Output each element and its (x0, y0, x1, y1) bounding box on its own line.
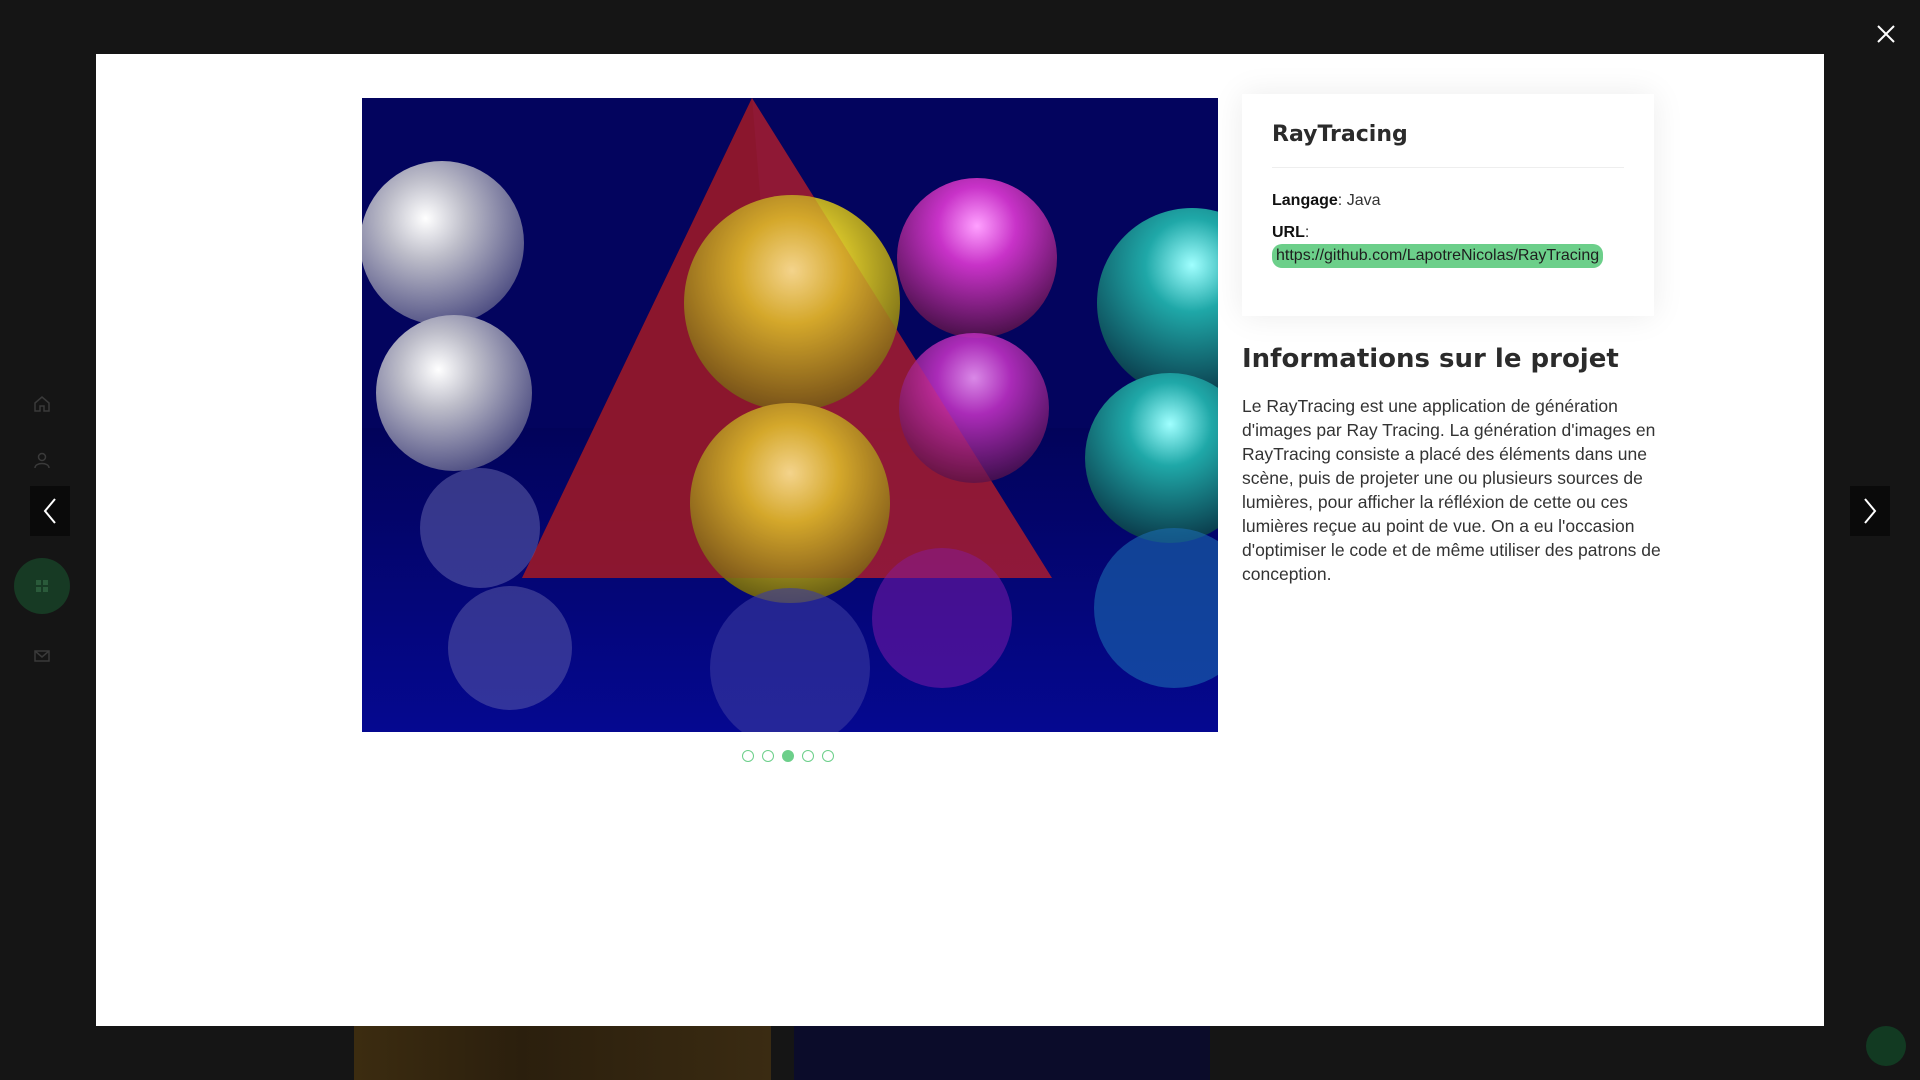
pagination-dot[interactable] (802, 750, 814, 762)
language-separator: : (1337, 192, 1347, 209)
url-label: URL (1272, 224, 1305, 241)
language-value: Java (1346, 192, 1381, 209)
description-text: Le RayTracing est une application de gén… (1242, 396, 1661, 584)
pagination-dot-active[interactable] (782, 750, 794, 762)
language-label: Langage (1272, 192, 1338, 209)
user-icon (28, 446, 56, 474)
raytracing-render-image (362, 98, 1218, 732)
language-row: Langage: Java (1272, 190, 1624, 212)
pagination-dot[interactable] (742, 750, 754, 762)
project-modal: RayTracing Langage: Java URL: https://gi… (96, 54, 1824, 1026)
previous-button[interactable] (30, 486, 70, 536)
close-button[interactable] (1866, 14, 1906, 54)
home-icon (28, 390, 56, 418)
project-url-link[interactable]: https://github.com/LapotreNicolas/RayTra… (1272, 244, 1604, 268)
description-title: Informations sur le projet (1242, 344, 1619, 374)
background-scroll-top-button (1866, 1026, 1906, 1066)
close-icon (1877, 25, 1895, 43)
project-info-card: RayTracing Langage: Java URL: https://gi… (1242, 94, 1654, 316)
image-slider[interactable] (362, 98, 1218, 732)
chevron-right-icon (1864, 498, 1877, 524)
background-project-thumbnail (794, 1026, 1210, 1080)
pagination-dot[interactable] (822, 750, 834, 762)
project-title: RayTracing (1272, 122, 1624, 168)
pagination-dot[interactable] (762, 750, 774, 762)
slider-pagination (742, 750, 834, 762)
chevron-left-icon (43, 498, 56, 524)
url-row: URL: https://github.com/LapotreNicolas/R… (1272, 222, 1624, 268)
mail-icon (28, 642, 56, 670)
url-separator: : (1304, 224, 1310, 241)
grid-icon (14, 558, 70, 614)
next-button[interactable] (1850, 486, 1890, 536)
background-project-thumbnail (354, 1026, 771, 1080)
